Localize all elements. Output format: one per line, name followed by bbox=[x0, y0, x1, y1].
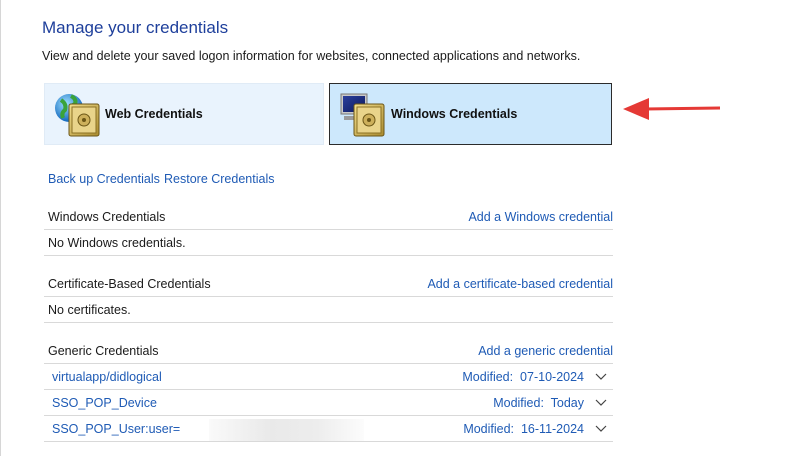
divider bbox=[44, 296, 613, 297]
credential-name: SSO_POP_Device bbox=[52, 396, 157, 410]
page-title: Manage your credentials bbox=[42, 18, 229, 37]
chevron-down-icon[interactable] bbox=[595, 396, 607, 408]
divider bbox=[44, 255, 613, 256]
page-subtitle: View and delete your saved logon informa… bbox=[42, 49, 581, 63]
no-certificates-text: No certificates. bbox=[48, 303, 131, 317]
generic-credentials-section-title: Generic Credentials bbox=[48, 344, 159, 358]
restore-credentials-link[interactable]: Restore Credentials bbox=[164, 172, 274, 186]
monitor-safe-icon bbox=[340, 93, 385, 137]
credential-name: virtualapp/didlogical bbox=[52, 370, 162, 384]
generic-credential-row[interactable]: SSO_POP_Device Modified: Today bbox=[44, 390, 613, 415]
divider bbox=[44, 322, 613, 323]
tab-windows-credentials-label: Windows Credentials bbox=[391, 107, 518, 121]
add-windows-credential-link[interactable]: Add a Windows credential bbox=[468, 210, 613, 224]
backup-credentials-link[interactable]: Back up Credentials bbox=[48, 172, 160, 186]
certificate-credentials-section-header: Certificate-Based Credentials Add a cert… bbox=[48, 277, 613, 297]
no-windows-credentials-text: No Windows credentials. bbox=[48, 236, 186, 250]
globe-safe-icon bbox=[55, 94, 100, 137]
generic-credential-row[interactable]: SSO_POP_User:user= Modified: 16-11-2024 bbox=[44, 416, 613, 441]
credential-modified: Modified: 16-11-2024 bbox=[463, 422, 584, 436]
add-generic-credential-link[interactable]: Add a generic credential bbox=[478, 344, 613, 358]
windows-credentials-section-header: Windows Credentials Add a Windows creden… bbox=[48, 210, 613, 230]
generic-credential-row[interactable]: virtualapp/didlogical Modified: 07-10-20… bbox=[44, 364, 613, 389]
certificate-credentials-section-title: Certificate-Based Credentials bbox=[48, 277, 211, 291]
divider bbox=[44, 229, 613, 230]
credential-modified: Modified: Today bbox=[493, 396, 584, 410]
redacted-username-blur bbox=[209, 419, 364, 441]
tab-web-credentials[interactable]: Web Credentials bbox=[44, 83, 324, 145]
tab-windows-credentials[interactable]: Windows Credentials bbox=[329, 83, 612, 145]
generic-credentials-section-header: Generic Credentials Add a generic creden… bbox=[48, 344, 613, 364]
credential-name: SSO_POP_User:user= bbox=[52, 422, 181, 436]
tab-web-credentials-label: Web Credentials bbox=[105, 107, 203, 121]
divider bbox=[44, 441, 613, 442]
chevron-down-icon[interactable] bbox=[595, 422, 607, 434]
add-certificate-credential-link[interactable]: Add a certificate-based credential bbox=[427, 277, 613, 291]
credential-modified: Modified: 07-10-2024 bbox=[462, 370, 584, 384]
red-arrow-icon bbox=[623, 98, 721, 120]
chevron-down-icon[interactable] bbox=[595, 370, 607, 382]
windows-credentials-section-title: Windows Credentials bbox=[48, 210, 166, 224]
